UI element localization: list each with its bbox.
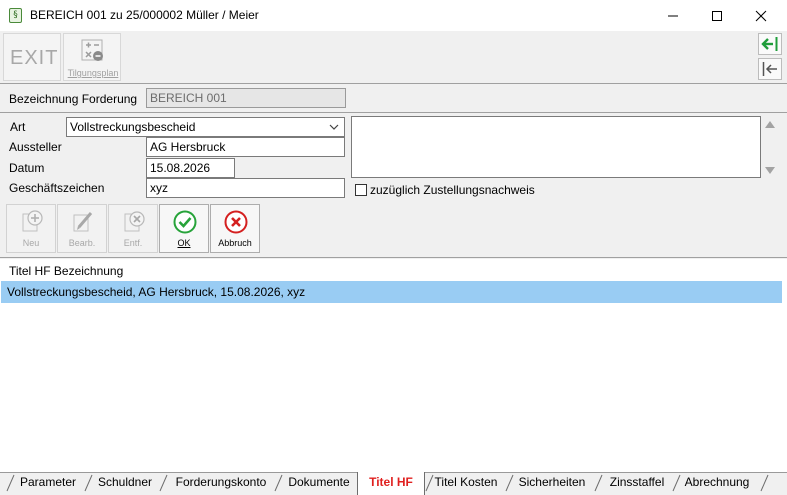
datum-label: Datum <box>9 161 45 175</box>
minimize-button[interactable] <box>650 0 696 31</box>
geschaeftszeichen-field[interactable]: xyz <box>146 178 345 198</box>
titel-list[interactable]: Titel HF Bezeichnung Vollstreckungsbesch… <box>0 259 787 472</box>
divider <box>0 257 787 258</box>
cancel-icon <box>224 210 248 234</box>
delete-document-icon <box>124 211 145 232</box>
ok-label: OK <box>177 238 191 248</box>
aussteller-field[interactable]: AG Hersbruck <box>146 137 345 157</box>
art-select-value: Vollstreckungsbescheid <box>70 120 196 134</box>
abbruch-button[interactable]: Abbruch <box>210 204 260 253</box>
edit-pencil-icon <box>73 212 93 232</box>
notes-textarea[interactable] <box>351 116 761 178</box>
maximize-button[interactable] <box>694 0 740 31</box>
title-bar: § BEREICH 001 zu 25/000002 Müller / Meie… <box>0 0 787 31</box>
tab-sicherheiten[interactable]: Sicherheiten <box>514 473 590 493</box>
zustellung-label: zuzüglich Zustellungsnachweis <box>370 183 535 197</box>
bezeichnung-label: Bezeichnung Forderung <box>9 92 138 106</box>
tab-separator <box>505 474 514 492</box>
aussteller-label: Aussteller <box>9 140 62 154</box>
tab-separator <box>274 474 283 492</box>
list-item[interactable]: Vollstreckungsbescheid, AG Hersbruck, 15… <box>1 281 782 303</box>
calculator-icon <box>81 39 103 61</box>
bearb-button[interactable]: Bearb. <box>57 204 107 253</box>
neu-button[interactable]: Neu <box>6 204 56 253</box>
bearb-label: Bearb. <box>68 238 96 248</box>
close-icon <box>755 10 767 21</box>
ok-button[interactable]: OK <box>159 204 209 253</box>
tab-zinsstaffel[interactable]: Zinsstaffel <box>603 473 671 493</box>
toolbar: EXIT Tilgungsplan <box>0 31 787 84</box>
entf-button[interactable]: Entf. <box>108 204 158 253</box>
tab-separator <box>159 474 168 492</box>
window-title: BEREICH 001 zu 25/000002 Müller / Meier <box>30 8 259 22</box>
add-document-icon <box>22 210 43 232</box>
minimize-icon <box>668 15 678 16</box>
list-header: Titel HF Bezeichnung <box>9 264 124 278</box>
close-button[interactable] <box>738 0 784 31</box>
arrow-exit-icon <box>762 62 777 76</box>
list-item-text: Vollstreckungsbescheid, AG Hersbruck, 15… <box>7 285 306 299</box>
tab-titel-hf[interactable]: Titel HF <box>358 473 424 493</box>
bezeichnung-field[interactable]: BEREICH 001 <box>146 88 346 108</box>
tab-separator <box>672 474 681 492</box>
nav-forward-button[interactable] <box>758 33 782 55</box>
tab-forderungskonto[interactable]: Forderungskonto <box>168 473 274 493</box>
tab-parameter[interactable]: Parameter <box>15 473 81 493</box>
tab-titel-kosten[interactable]: Titel Kosten <box>432 473 500 493</box>
tab-separator <box>594 474 603 492</box>
exit-label: EXIT <box>10 47 59 69</box>
app-icon: § <box>9 8 22 23</box>
tab-abrechnung[interactable]: Abrechnung <box>681 473 753 493</box>
scroll-down-icon[interactable] <box>765 167 775 174</box>
notes-scrollbar[interactable] <box>762 116 778 178</box>
neu-label: Neu <box>22 238 40 248</box>
tab-dokumente[interactable]: Dokumente <box>283 473 355 493</box>
art-label: Art <box>10 120 26 134</box>
nav-back-button[interactable] <box>758 58 782 80</box>
chevron-down-icon <box>329 124 339 130</box>
maximize-icon <box>712 10 722 21</box>
tab-separator <box>84 474 93 492</box>
exit-button[interactable]: EXIT <box>3 33 61 81</box>
scroll-up-icon[interactable] <box>765 121 775 128</box>
arrow-enter-icon <box>761 37 778 51</box>
datum-field[interactable]: 15.08.2026 <box>146 158 235 178</box>
checkmark-icon <box>173 210 197 234</box>
geschaeftszeichen-label: Geschäftszeichen <box>9 181 105 195</box>
tab-separator <box>6 474 15 492</box>
abbruch-label: Abbruch <box>218 238 252 248</box>
tilgungsplan-label: Tilgungsplan <box>67 68 119 78</box>
art-select[interactable]: Vollstreckungsbescheid <box>66 117 345 137</box>
zustellung-checkbox[interactable] <box>355 184 367 196</box>
entf-label: Entf. <box>123 238 143 248</box>
notes-text <box>352 117 760 121</box>
tab-separator <box>760 474 769 492</box>
divider <box>0 112 787 113</box>
tilgungsplan-button[interactable]: Tilgungsplan <box>63 33 121 81</box>
tab-schuldner[interactable]: Schuldner <box>93 473 157 493</box>
